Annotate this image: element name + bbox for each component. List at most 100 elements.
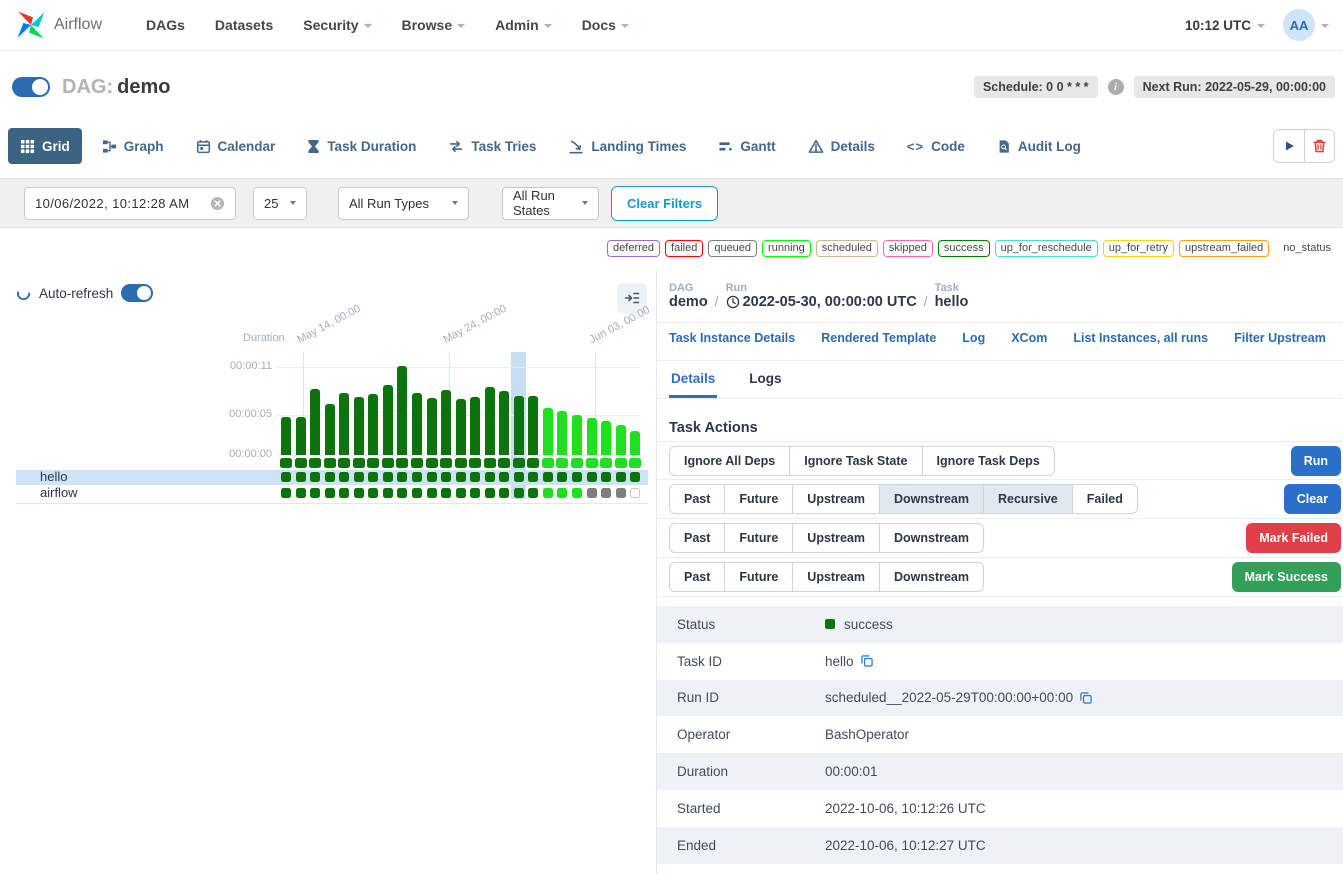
run-duration-bar[interactable] — [310, 389, 320, 455]
info-icon[interactable]: i — [1108, 79, 1124, 95]
run-duration-bar[interactable] — [543, 408, 553, 455]
run-duration-bar[interactable] — [427, 398, 437, 455]
task-instance-square[interactable] — [601, 472, 611, 482]
dag-run-square[interactable] — [455, 458, 467, 468]
nav-item-security[interactable]: Security — [303, 17, 371, 33]
trigger-dag-button[interactable] — [1274, 130, 1304, 162]
task-instance-square[interactable] — [587, 488, 597, 498]
dag-run-square[interactable] — [527, 458, 539, 468]
link-filter-upstream[interactable]: Filter Upstream — [1234, 331, 1326, 345]
run-duration-bar[interactable] — [630, 431, 640, 455]
tab-logs[interactable]: Logs — [747, 365, 783, 398]
task-instance-square[interactable] — [427, 472, 437, 482]
option-downstream-button[interactable]: Downstream — [879, 484, 984, 514]
user-menu[interactable]: AA — [1283, 9, 1329, 41]
tab-details[interactable]: Details — [669, 365, 717, 398]
task-instance-square[interactable] — [572, 472, 582, 482]
task-instance-square[interactable] — [354, 488, 364, 498]
link-xcom[interactable]: XCom — [1011, 331, 1047, 345]
link-rendered-template[interactable]: Rendered Template — [821, 331, 936, 345]
clear-filters-button[interactable]: Clear Filters — [611, 186, 718, 221]
copy-icon[interactable] — [1079, 691, 1093, 705]
dag-run-square[interactable] — [571, 458, 583, 468]
run-duration-bar[interactable] — [587, 418, 597, 455]
task-instance-square[interactable] — [572, 488, 582, 498]
tab-details[interactable]: Details — [796, 128, 887, 164]
task-instance-square[interactable] — [441, 488, 451, 498]
task-row-label-airflow[interactable]: airflow — [40, 485, 78, 500]
option-past-button[interactable]: Past — [669, 484, 725, 514]
clear-date-icon[interactable] — [210, 196, 225, 211]
task-instance-square[interactable] — [368, 488, 378, 498]
mark-failed-button[interactable]: Mark Failed — [1246, 523, 1341, 553]
page-size-select[interactable]: 25 — [253, 187, 307, 220]
dag-run-square[interactable] — [411, 458, 423, 468]
run-types-select[interactable]: All Run Types — [338, 187, 469, 220]
dag-run-square[interactable] — [295, 458, 307, 468]
delete-dag-button[interactable] — [1304, 130, 1334, 162]
link-task-instance-details[interactable]: Task Instance Details — [669, 331, 795, 345]
option-ignore-all-deps-button[interactable]: Ignore All Deps — [669, 446, 790, 476]
run-states-select[interactable]: All Run States — [502, 187, 599, 220]
dag-pause-toggle[interactable] — [12, 77, 50, 97]
dag-run-square[interactable] — [353, 458, 365, 468]
run-duration-bar[interactable] — [281, 417, 291, 455]
task-instance-square[interactable] — [557, 472, 567, 482]
task-instance-square[interactable] — [310, 472, 320, 482]
run-duration-bar[interactable] — [616, 425, 626, 455]
task-instance-square[interactable] — [325, 472, 335, 482]
option-upstream-button[interactable]: Upstream — [792, 562, 880, 592]
option-upstream-button[interactable]: Upstream — [792, 484, 880, 514]
task-row-label-hello[interactable]: hello — [40, 469, 67, 484]
dag-run-square[interactable] — [367, 458, 379, 468]
nav-item-admin[interactable]: Admin — [495, 17, 552, 33]
dag-run-square[interactable] — [513, 458, 525, 468]
task-instance-square[interactable] — [296, 472, 306, 482]
run-duration-bar[interactable] — [528, 396, 538, 455]
task-instance-square[interactable] — [470, 472, 480, 482]
dag-run-square[interactable] — [309, 458, 321, 468]
task-instance-square[interactable] — [412, 472, 422, 482]
dag-run-square[interactable] — [396, 458, 408, 468]
tab-code[interactable]: <>Code — [895, 128, 977, 164]
task-instance-square[interactable] — [499, 488, 509, 498]
breadcrumb-task[interactable]: Task hello — [935, 282, 969, 310]
tab-gantt[interactable]: Gantt — [706, 128, 787, 164]
task-instance-square[interactable] — [339, 488, 349, 498]
copy-icon[interactable] — [860, 654, 874, 668]
task-instance-square[interactable] — [325, 488, 335, 498]
task-instance-square[interactable] — [543, 488, 553, 498]
run-duration-bar[interactable] — [499, 391, 509, 455]
tab-calendar[interactable]: Calendar — [184, 128, 288, 164]
dag-run-square[interactable] — [586, 458, 598, 468]
run-button[interactable]: Run — [1291, 446, 1341, 476]
dag-run-square[interactable] — [556, 458, 568, 468]
task-instance-square[interactable] — [368, 472, 378, 482]
dag-run-square[interactable] — [440, 458, 452, 468]
option-future-button[interactable]: Future — [724, 523, 793, 553]
task-instance-square[interactable] — [601, 488, 611, 498]
option-past-button[interactable]: Past — [669, 523, 725, 553]
tab-task-tries[interactable]: Task Tries — [436, 128, 548, 164]
run-duration-bar[interactable] — [397, 366, 407, 455]
dag-run-square[interactable] — [542, 458, 554, 468]
breadcrumb-dag[interactable]: DAG demo — [669, 282, 708, 310]
base-date-input[interactable]: 10/06/2022, 10:12:28 AM — [24, 187, 236, 220]
run-duration-bar[interactable] — [572, 415, 582, 455]
run-duration-bar[interactable] — [325, 404, 335, 455]
dag-run-square[interactable] — [426, 458, 438, 468]
option-failed-button[interactable]: Failed — [1072, 484, 1138, 514]
dag-run-square[interactable] — [629, 458, 641, 468]
tab-audit-log[interactable]: Audit Log — [985, 128, 1093, 164]
task-instance-square[interactable] — [630, 472, 640, 482]
task-instance-square[interactable] — [514, 488, 524, 498]
breadcrumb-run[interactable]: Run 2022-05-30, 00:00:00 UTC — [726, 282, 917, 310]
tab-task-duration[interactable]: Task Duration — [295, 128, 428, 164]
task-instance-square[interactable] — [630, 488, 640, 498]
dag-run-square[interactable] — [280, 458, 292, 468]
run-duration-bar[interactable] — [456, 399, 466, 455]
nav-item-dags[interactable]: DAGs — [146, 17, 185, 33]
run-duration-bar[interactable] — [470, 397, 480, 455]
task-instance-square[interactable] — [441, 472, 451, 482]
run-duration-bar[interactable] — [412, 393, 422, 455]
